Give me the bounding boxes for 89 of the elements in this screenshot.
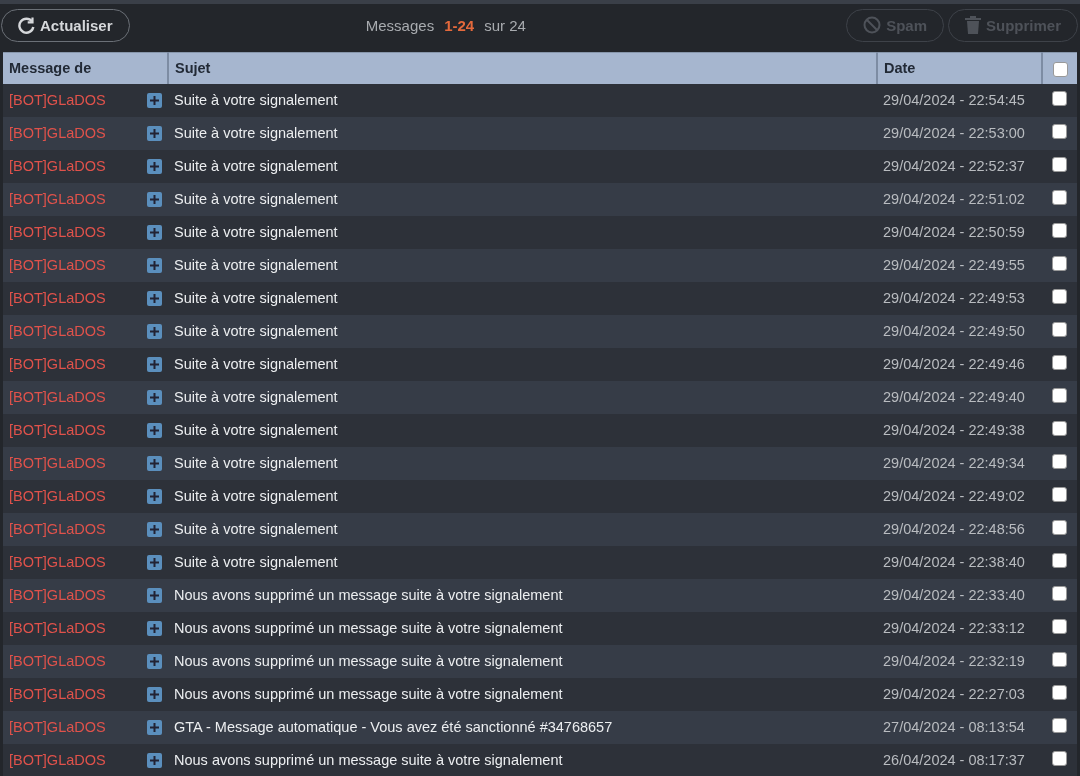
row-checkbox[interactable]	[1052, 553, 1067, 569]
plus-icon[interactable]	[147, 554, 162, 570]
row-checkbox[interactable]	[1052, 388, 1067, 404]
select-all-checkbox[interactable]	[1052, 61, 1068, 77]
message-date: 29/04/2024 - 22:49:50	[883, 323, 1025, 339]
row-checkbox[interactable]	[1052, 190, 1067, 206]
row-checkbox[interactable]	[1052, 520, 1067, 536]
plus-icon[interactable]	[147, 521, 162, 537]
message-subject[interactable]: Suite à votre signalement	[174, 323, 338, 339]
refresh-button[interactable]: Actualiser	[1, 8, 130, 42]
messages-label: Messages	[365, 16, 435, 34]
plus-icon[interactable]	[147, 752, 162, 768]
message-subject[interactable]: Suite à votre signalement	[174, 290, 338, 306]
plus-icon[interactable]	[147, 356, 162, 372]
plus-icon[interactable]	[147, 455, 162, 471]
message-subject[interactable]: Suite à votre signalement	[174, 125, 338, 141]
message-subject[interactable]: Suite à votre signalement	[174, 554, 338, 570]
plus-icon[interactable]	[147, 488, 162, 504]
message-subject[interactable]: Suite à votre signalement	[174, 455, 338, 471]
message-subject[interactable]: Suite à votre signalement	[174, 224, 338, 240]
message-date: 29/04/2024 - 22:53:00	[883, 125, 1025, 141]
message-subject[interactable]: Suite à votre signalement	[174, 521, 338, 537]
prohibited-icon	[863, 16, 882, 34]
plus-icon[interactable]	[147, 92, 162, 108]
column-header[interactable]: Date	[877, 52, 1042, 84]
plus-icon[interactable]	[147, 290, 162, 306]
message-date: 29/04/2024 - 22:49:34	[883, 455, 1025, 471]
row-checkbox[interactable]	[1052, 454, 1067, 470]
row-checkbox[interactable]	[1052, 157, 1067, 173]
plus-icon[interactable]	[147, 257, 162, 273]
plus-icon[interactable]	[147, 422, 162, 438]
row-checkbox[interactable]	[1052, 751, 1067, 767]
message-date: 29/04/2024 - 22:49:02	[883, 488, 1025, 504]
plus-icon[interactable]	[147, 158, 162, 174]
plus-icon[interactable]	[147, 686, 162, 702]
row-checkbox[interactable]	[1052, 487, 1067, 503]
message-subject[interactable]: Suite à votre signalement	[174, 356, 338, 372]
row-checkbox[interactable]	[1052, 421, 1067, 437]
message-date: 29/04/2024 - 22:33:12	[883, 620, 1025, 636]
message-date: 29/04/2024 - 22:50:59	[883, 224, 1025, 240]
row-checkbox[interactable]	[1052, 619, 1067, 635]
message-subject[interactable]: Suite à votre signalement	[174, 389, 338, 405]
column-header[interactable]: Message de	[3, 52, 168, 84]
row-checkbox[interactable]	[1052, 586, 1067, 602]
message-date: 29/04/2024 - 22:27:03	[883, 686, 1025, 702]
message-date: 29/04/2024 - 22:49:55	[883, 257, 1025, 273]
row-checkbox[interactable]	[1052, 91, 1067, 107]
row-checkbox[interactable]	[1052, 652, 1067, 668]
column-header[interactable]: Sujet	[168, 52, 877, 84]
page-range: 1-24	[444, 16, 475, 34]
row-checkbox[interactable]	[1052, 124, 1067, 140]
trash-icon	[965, 16, 981, 34]
plus-icon[interactable]	[147, 323, 162, 339]
plus-icon[interactable]	[147, 620, 162, 636]
plus-icon[interactable]	[147, 653, 162, 669]
plus-icon[interactable]	[147, 191, 162, 207]
message-subject[interactable]: Suite à votre signalement	[174, 191, 338, 207]
plus-icon[interactable]	[147, 389, 162, 405]
message-date: 29/04/2024 - 22:33:40	[883, 587, 1025, 603]
message-subject[interactable]: Suite à votre signalement	[174, 92, 338, 108]
row-checkbox[interactable]	[1052, 289, 1067, 305]
message-date: 29/04/2024 - 22:49:46	[883, 356, 1025, 372]
row-checkbox[interactable]	[1052, 685, 1067, 701]
message-subject[interactable]: Suite à votre signalement	[174, 158, 338, 174]
row-checkbox[interactable]	[1052, 223, 1067, 239]
message-date: 29/04/2024 - 22:54:45	[883, 92, 1025, 108]
message-date: 29/04/2024 - 22:38:40	[883, 554, 1025, 570]
plus-icon[interactable]	[147, 125, 162, 141]
message-date: 29/04/2024 - 22:49:38	[883, 422, 1025, 438]
row-checkbox[interactable]	[1052, 322, 1067, 338]
row-checkbox[interactable]	[1052, 256, 1067, 272]
message-subject[interactable]: Suite à votre signalement	[174, 488, 338, 504]
message-date: 26/04/2024 - 08:17:37	[883, 752, 1025, 768]
row-checkbox[interactable]	[1052, 718, 1067, 734]
refresh-icon	[18, 16, 35, 34]
message-date: 29/04/2024 - 22:51:02	[883, 191, 1025, 207]
message-date: 29/04/2024 - 22:52:37	[883, 158, 1025, 174]
message-date: 29/04/2024 - 22:49:40	[883, 389, 1025, 405]
row-checkbox[interactable]	[1052, 355, 1067, 371]
plus-icon[interactable]	[147, 719, 162, 735]
plus-icon[interactable]	[147, 224, 162, 240]
total-count: sur 24	[484, 16, 526, 34]
message-subject[interactable]: Suite à votre signalement	[174, 422, 338, 438]
plus-icon[interactable]	[147, 587, 162, 603]
message-date: 27/04/2024 - 08:13:54	[883, 719, 1025, 735]
message-subject[interactable]: Suite à votre signalement	[174, 257, 338, 273]
message-date: 29/04/2024 - 22:32:19	[883, 653, 1025, 669]
message-date: 29/04/2024 - 22:49:53	[883, 290, 1025, 306]
message-date: 29/04/2024 - 22:48:56	[883, 521, 1025, 537]
